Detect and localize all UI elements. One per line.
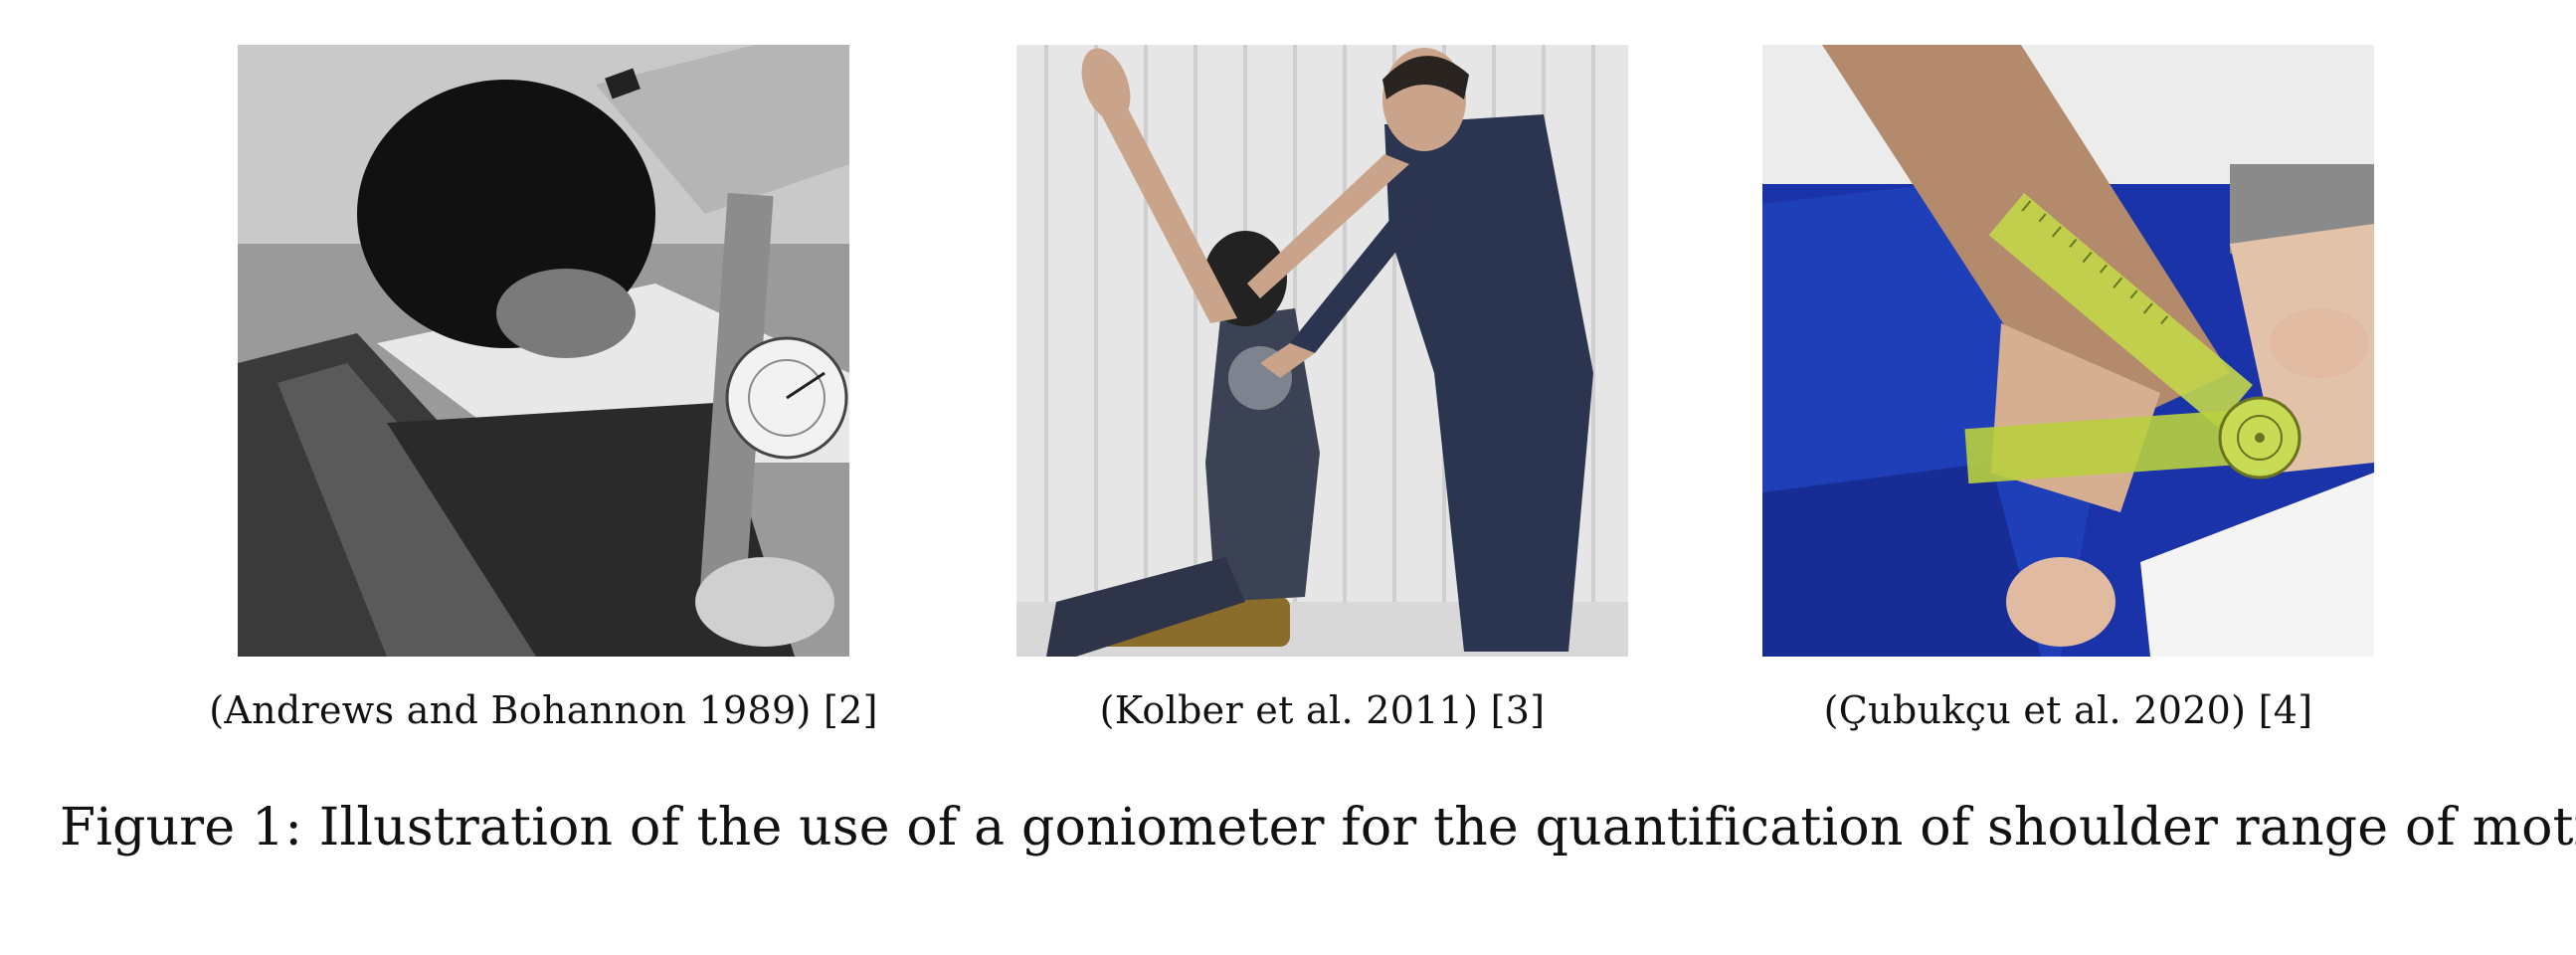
photo-kolber-illustration	[1016, 45, 1628, 657]
subcaption-andrews-bohannon: (Andrews and Bohannon 1989) [2]	[209, 688, 878, 732]
figure-caption: Figure 1: Illustration of the use of a g…	[60, 798, 2576, 858]
photo-kolber	[1016, 45, 1628, 657]
photo-andrews-bohannon-illustration	[238, 45, 849, 657]
subcaption-cubukcu: (Çubukçu et al. 2020) [4]	[1823, 688, 2313, 732]
photo-cubukcu	[1762, 45, 2374, 657]
photo-andrews-bohannon	[238, 45, 849, 657]
subcaption-kolber: (Kolber et al. 2011) [3]	[1099, 688, 1546, 732]
photo-cubukcu-illustration	[1762, 45, 2374, 657]
